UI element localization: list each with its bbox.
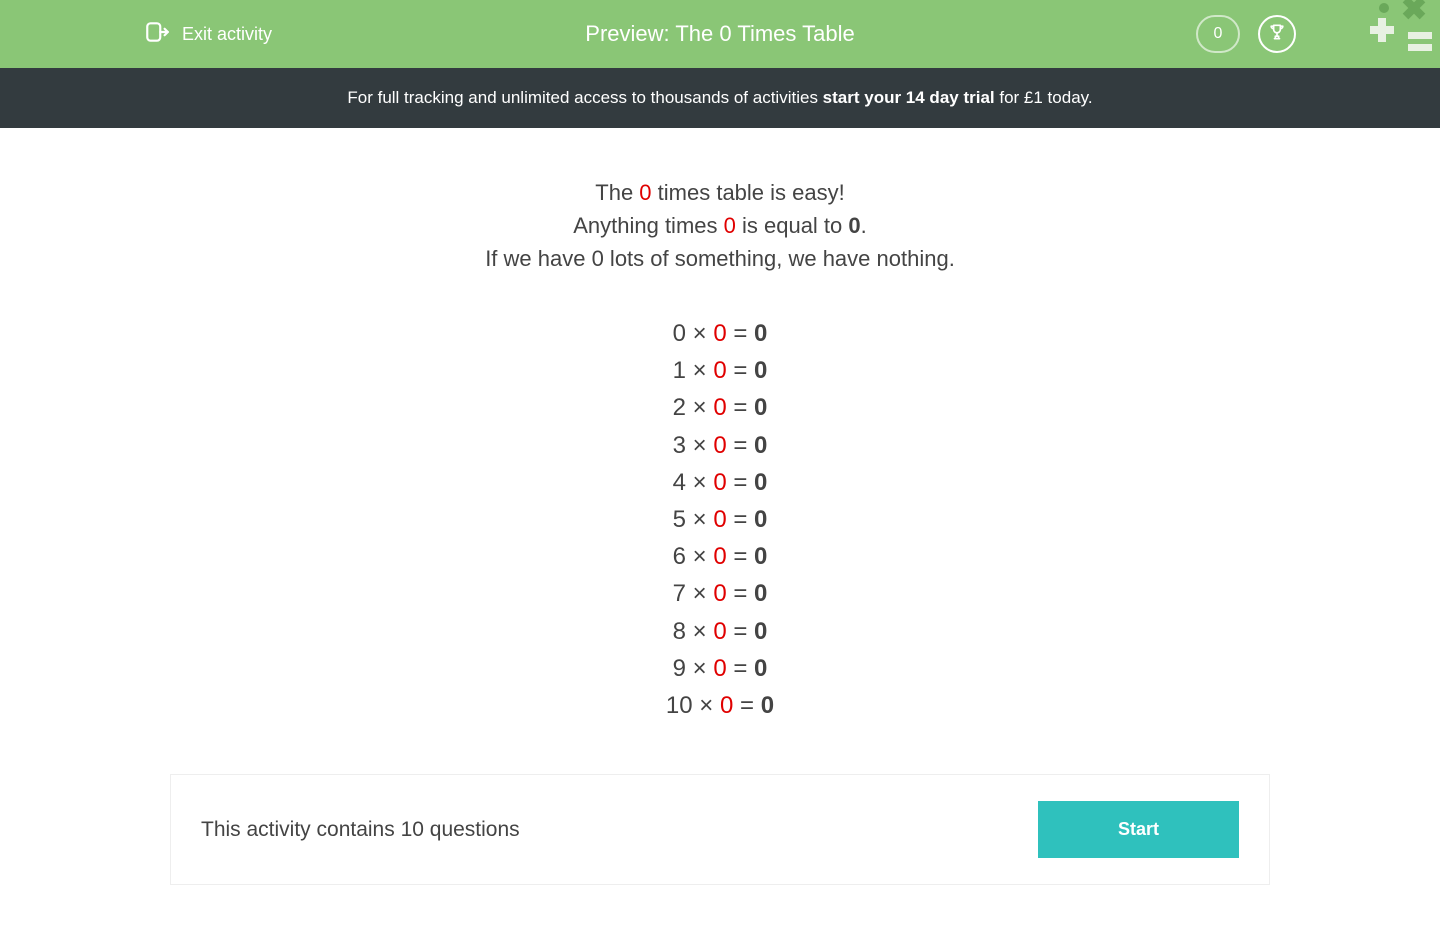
trophy-button[interactable]	[1258, 15, 1296, 53]
equation-row: 5 × 0 = 0	[190, 501, 1250, 538]
promo-prefix: For full tracking and unlimited access t…	[347, 88, 822, 107]
equation-row: 9 × 0 = 0	[190, 650, 1250, 687]
activity-content: The 0 times table is easy! Anything time…	[170, 128, 1270, 764]
intro-line-3: If we have 0 lots of something, we have …	[190, 242, 1250, 275]
exit-activity-button[interactable]: Exit activity	[144, 19, 272, 50]
equation-row: 1 × 0 = 0	[190, 352, 1250, 389]
page-title: Preview: The 0 Times Table	[585, 21, 854, 47]
equation-row: 2 × 0 = 0	[190, 389, 1250, 426]
promo-banner[interactable]: For full tracking and unlimited access t…	[0, 68, 1440, 128]
header-right-group: 0	[1196, 15, 1296, 53]
start-button[interactable]: Start	[1038, 801, 1239, 858]
intro-line-2: Anything times 0 is equal to 0.	[190, 209, 1250, 242]
trophy-icon	[1267, 22, 1287, 47]
question-count-label: This activity contains 10 questions	[201, 818, 520, 842]
app-header: Exit activity Preview: The 0 Times Table…	[0, 0, 1440, 68]
intro-text: The 0 times table is easy! Anything time…	[190, 176, 1250, 275]
brand-logo	[1360, 0, 1440, 68]
equation-row: 8 × 0 = 0	[190, 613, 1250, 650]
equation-row: 6 × 0 = 0	[190, 538, 1250, 575]
equation-row: 4 × 0 = 0	[190, 464, 1250, 501]
times-table: 0 × 0 = 0 1 × 0 = 0 2 × 0 = 0 3 × 0 = 0 …	[190, 315, 1250, 724]
promo-bold: start your 14 day trial	[823, 88, 995, 107]
promo-suffix: for £1 today.	[995, 88, 1093, 107]
equation-row: 7 × 0 = 0	[190, 575, 1250, 612]
equation-row: 10 × 0 = 0	[190, 687, 1250, 724]
equation-row: 3 × 0 = 0	[190, 427, 1250, 464]
activity-footer: This activity contains 10 questions Star…	[170, 774, 1270, 885]
score-badge: 0	[1196, 15, 1240, 53]
exit-icon	[144, 19, 170, 50]
intro-line-1: The 0 times table is easy!	[190, 176, 1250, 209]
equation-row: 0 × 0 = 0	[190, 315, 1250, 352]
exit-label: Exit activity	[182, 24, 272, 45]
score-value: 0	[1214, 25, 1223, 43]
